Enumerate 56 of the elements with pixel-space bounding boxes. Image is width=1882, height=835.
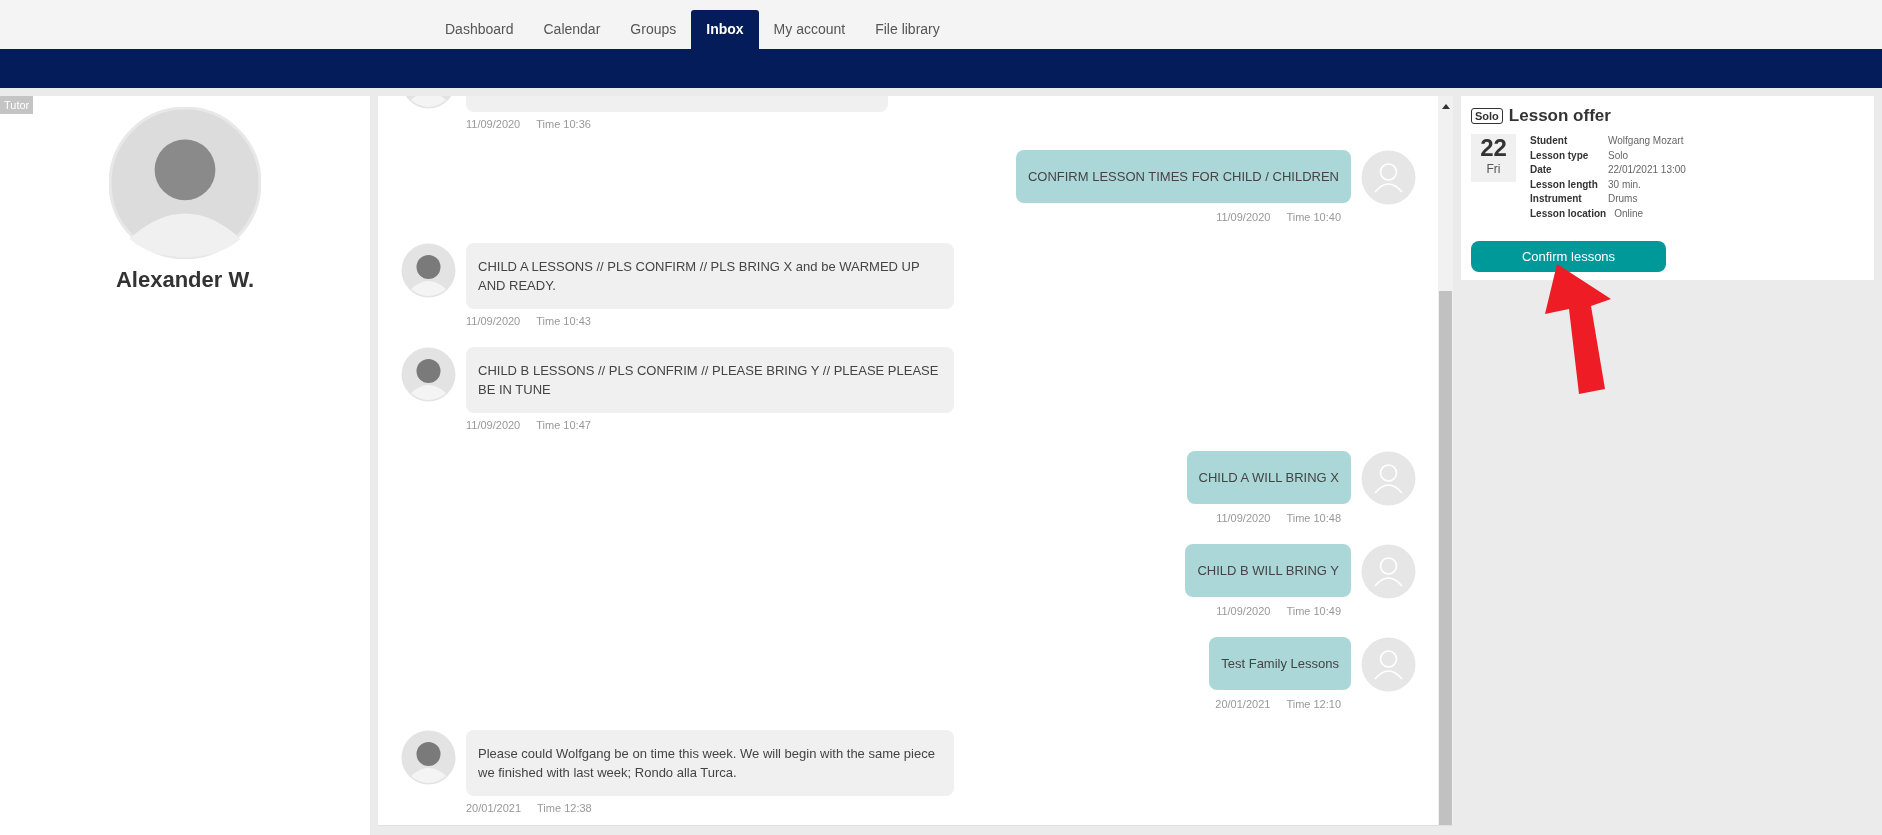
nav-tab[interactable]: Calendar: [528, 10, 616, 49]
detail-value: 22/01/2021 13:00: [1608, 163, 1686, 177]
message-date: 11/09/2020: [1216, 512, 1271, 524]
message-time: Time 10:36: [536, 118, 591, 130]
message-time: Time 10:48: [1286, 512, 1341, 524]
weekday: Fri: [1486, 162, 1501, 176]
message-bubble: CHILD B WILL BRING Y: [1185, 544, 1351, 597]
message-bubble: CHILD A WILL BRING X: [1186, 451, 1351, 504]
user-icon: [1361, 637, 1416, 692]
detail-label: Student: [1530, 134, 1569, 148]
message-bubble: Test Family Lessons: [1209, 637, 1351, 690]
offer-title: Lesson offer: [1508, 106, 1611, 126]
scroll-up-icon[interactable]: [1441, 104, 1450, 109]
message-bubble: CHILD A LESSONS // PLS CONFIRM // PLS BRING X and be WARMED UP AND READY.: [466, 243, 954, 309]
message-time: Time 12:38: [537, 802, 592, 814]
avatar-icon: [401, 243, 456, 298]
tutor-name: Alexander W.: [115, 267, 255, 293]
detail-value: 30 min.: [1608, 177, 1641, 192]
user-icon: [1361, 544, 1416, 599]
role-badge: Tutor: [0, 96, 34, 114]
message-date: 11/09/2020: [1216, 605, 1271, 617]
message-date: 20/01/2021: [1215, 698, 1271, 710]
detail-label: Lesson length: [1530, 177, 1599, 192]
detail-value: Solo: [1608, 148, 1628, 163]
day-number: 22: [1480, 134, 1507, 162]
nav-tab[interactable]: Groups: [615, 10, 692, 49]
message-time: Time 10:40: [1286, 211, 1341, 223]
detail-value: Wolfgang Mozart: [1608, 134, 1684, 148]
nav-tab[interactable]: Inbox: [691, 10, 759, 49]
nav-tab[interactable]: Dashboard: [430, 10, 529, 49]
message-bubble: CONFIRM LESSON TIMES FOR CHILD / CHILDREN: [1015, 150, 1351, 203]
detail-label: Lesson type: [1530, 148, 1590, 163]
nav-tab[interactable]: File library: [860, 10, 955, 49]
message-date: 11/09/2020: [1216, 211, 1271, 223]
message-bubble: CHILD B LESSONS // PLS CONFRIM // PLEASE BRING Y // PLEASE PLEASE BE IN TUNE: [466, 347, 954, 413]
user-icon: [1361, 451, 1416, 506]
message-date: 11/09/2020: [466, 118, 521, 130]
type-badge: Solo: [1471, 108, 1503, 124]
message-date: 20/01/2021: [466, 802, 522, 814]
message-bubble: Please could Wolfgang be on time this week. We will begin with the same piece we finished with last week; Rondo alla Turca.: [466, 730, 954, 796]
avatar-icon: [401, 730, 456, 785]
avatar-icon: [401, 347, 456, 402]
message-time: Time 10:49: [1286, 605, 1341, 617]
detail-label: Lesson location: [1530, 206, 1607, 221]
nav-tab[interactable]: My account: [758, 10, 861, 49]
message-time: Time 12:10: [1286, 698, 1341, 710]
detail-label: Instrument: [1530, 192, 1583, 206]
scrollbar[interactable]: [1438, 96, 1453, 825]
message-time: Time 10:43: [536, 315, 591, 327]
detail-value: Drums: [1608, 192, 1638, 206]
user-icon: [1361, 150, 1416, 205]
detail-label: Date: [1530, 163, 1553, 177]
message-time: Time 10:47: [536, 419, 591, 431]
message-date: 11/09/2020: [466, 419, 521, 431]
detail-value: Online: [1614, 206, 1644, 221]
message-date: 11/09/2020: [466, 315, 521, 327]
